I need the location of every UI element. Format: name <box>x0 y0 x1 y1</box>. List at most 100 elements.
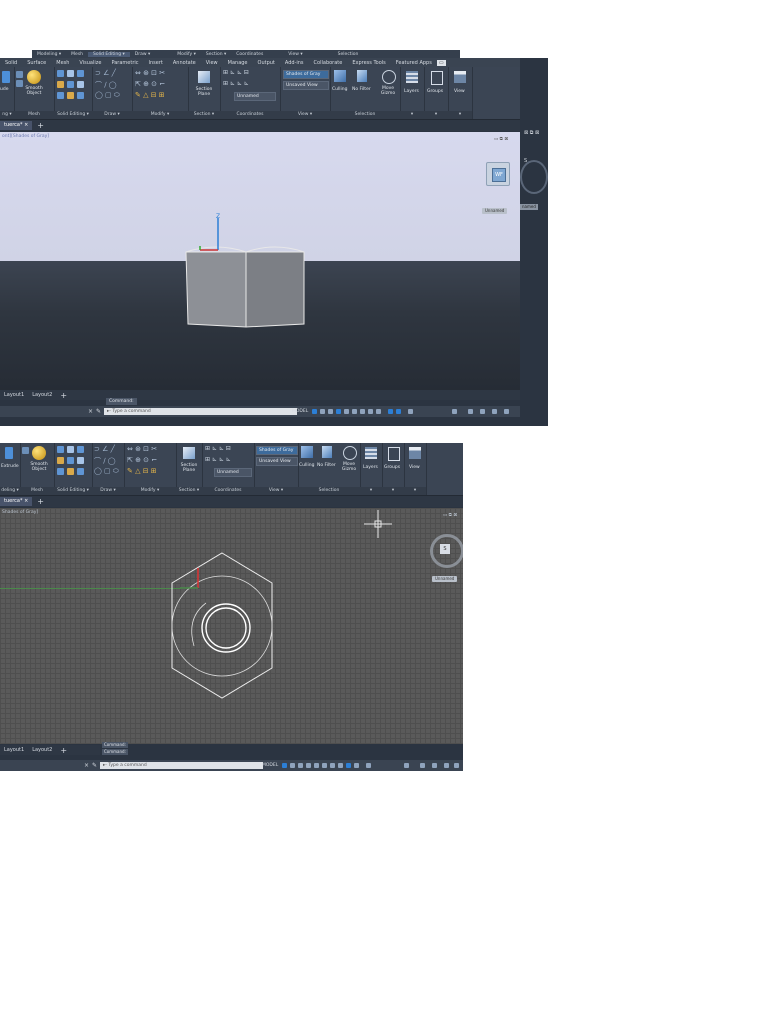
ucs-unnamed-dropdown[interactable]: Unnamed <box>432 576 458 582</box>
layout-tab[interactable]: Layout1 <box>0 392 28 398</box>
panel-title[interactable]: View ▾ <box>254 487 298 495</box>
ribbon-options-icon[interactable]: ▭ <box>436 59 446 66</box>
dynamic-ucs-icon[interactable] <box>396 409 401 414</box>
panel-title[interactable]: deling ▾ <box>0 487 20 495</box>
visual-style-combo[interactable]: Shades of Gray <box>256 446 298 455</box>
move-gizmo-icon[interactable] <box>382 70 396 84</box>
viewcube[interactable]: WF <box>486 162 510 186</box>
panel-title[interactable]: Mesh <box>14 111 54 119</box>
model-space-toggle[interactable]: MODEL <box>262 763 278 768</box>
no-filter-icon[interactable] <box>322 446 332 458</box>
smooth-object-label[interactable]: Smooth Object <box>22 86 46 96</box>
annotation-icon[interactable] <box>408 409 413 414</box>
customize-icon[interactable] <box>454 763 459 768</box>
viewport-window-controls[interactable]: ▭ ⧉ ⊠ <box>494 136 508 142</box>
panel-title[interactable]: Solid Editing ▾ <box>54 111 92 119</box>
strip-item[interactable]: Solid Editing ▾ <box>88 52 130 57</box>
culling-label[interactable]: Culling <box>332 87 347 92</box>
side-unnamed-label[interactable]: named <box>520 204 538 210</box>
solid-edit-icon[interactable] <box>67 457 74 464</box>
3dosnap-toggle-icon[interactable] <box>346 763 351 768</box>
panel-title[interactable]: ▾ <box>360 487 382 495</box>
modify-tools-icon[interactable]: ✎ △ ⊟ ⊞ <box>135 91 165 99</box>
extrude-icon[interactable] <box>5 447 13 459</box>
draw-tools-icon[interactable]: ⊃ ∠ ╱ <box>94 445 115 453</box>
lineweight-toggle-icon[interactable] <box>360 409 365 414</box>
viewcube-face[interactable]: S <box>440 544 450 554</box>
close-icon[interactable]: × <box>24 122 28 128</box>
grid-toggle-icon[interactable] <box>312 409 317 414</box>
layers-label[interactable]: Layers <box>363 465 378 470</box>
ortho-toggle-icon[interactable] <box>328 409 333 414</box>
groups-icon[interactable] <box>388 447 400 461</box>
lineweight-toggle-icon[interactable] <box>330 763 335 768</box>
dynamic-ucs-icon[interactable] <box>354 763 359 768</box>
strip-item[interactable]: Mesh <box>66 52 88 57</box>
strip-item[interactable]: Section ▾ <box>201 52 231 57</box>
no-filter-label[interactable]: No Filter <box>352 87 371 92</box>
panel-title[interactable]: ▾ <box>448 111 472 119</box>
ribbon-tab-manage[interactable]: Manage <box>223 60 253 66</box>
layers-icon[interactable] <box>406 71 418 83</box>
panel-title[interactable]: ▾ <box>400 111 424 119</box>
viewport-3d[interactable]: ont][Shades of Gray] ▭ ⧉ ⊠ WF Unnamed Z <box>0 132 520 390</box>
file-tab-tuerca[interactable]: tuerca* × <box>0 497 33 506</box>
customize-icon[interactable] <box>504 409 509 414</box>
ribbon-tab-express-tools[interactable]: Express Tools <box>347 60 390 66</box>
draw-tools-icon[interactable]: ◯ ▢ ⬭ <box>95 91 120 100</box>
panel-title[interactable]: ▾ <box>382 487 404 495</box>
workspace-gear-icon[interactable] <box>452 409 457 414</box>
panel-title[interactable]: Coordinates <box>220 111 280 119</box>
panel-title[interactable]: Solid Editing ▾ <box>54 487 92 495</box>
ucs-combo[interactable]: Unnamed <box>234 92 276 101</box>
draw-tools-icon[interactable]: ◯ ▢ ⬭ <box>94 467 119 476</box>
close-icon[interactable]: × <box>24 498 28 504</box>
view-combo[interactable]: Unsaved View <box>283 81 329 90</box>
ribbon-tab-mesh[interactable]: Mesh <box>51 60 74 66</box>
draw-tools-icon[interactable]: ⌒ ∕ ◯ <box>95 80 117 90</box>
panel-title[interactable]: ▾ <box>404 487 426 495</box>
draw-tools-icon[interactable]: ⊃ ∠ ╱ <box>95 69 116 77</box>
hardware-accel-icon[interactable] <box>480 409 485 414</box>
strip-item[interactable]: Draw ▾ <box>130 52 155 57</box>
file-tab-tuerca[interactable]: tuerca* × <box>0 121 33 130</box>
groups-label[interactable]: Groups <box>427 89 443 94</box>
snap-toggle-icon[interactable] <box>290 763 295 768</box>
annotation-icon[interactable] <box>366 763 371 768</box>
culling-icon[interactable] <box>301 446 313 458</box>
viewport-label[interactable]: ont][Shades of Gray] <box>2 134 49 139</box>
solid-edit-icon[interactable] <box>57 446 64 453</box>
view-label[interactable]: View <box>409 465 420 470</box>
panel-title[interactable]: Coordinates <box>202 487 254 495</box>
smooth-object-icon[interactable] <box>32 446 46 460</box>
groups-icon[interactable] <box>431 71 443 85</box>
culling-label[interactable]: Culling <box>299 463 314 468</box>
ribbon-tab-view[interactable]: View <box>201 60 223 66</box>
modify-tools-icon[interactable]: ⇱ ⊕ ⊙ ⌐ <box>127 456 157 464</box>
panel-title[interactable]: Modify ▾ <box>124 487 176 495</box>
mesh-tool-icon[interactable] <box>22 447 29 454</box>
add-layout-plus-icon[interactable]: + <box>56 746 71 755</box>
ucs-tools-icon[interactable]: ⊞ ⊾ ⊾ ⊟ <box>223 69 249 76</box>
ribbon-tab-annotate[interactable]: Annotate <box>168 60 201 66</box>
section-plane-icon[interactable] <box>198 71 210 83</box>
panel-title[interactable]: Draw ▾ <box>92 111 132 119</box>
ribbon-tab-solid[interactable]: Solid <box>0 60 22 66</box>
customize-command-icon[interactable]: ✎ <box>96 408 101 415</box>
3dosnap-toggle-icon[interactable] <box>388 409 393 414</box>
mesh-tool-icon[interactable] <box>16 80 23 87</box>
viewcube-face[interactable]: WF <box>492 168 506 182</box>
model-space-toggle[interactable]: MODEL <box>292 409 308 414</box>
no-filter-label[interactable]: No Filter <box>317 463 336 468</box>
modify-tools-icon[interactable]: ✎ △ ⊟ ⊞ <box>127 467 157 475</box>
panel-title[interactable]: Modify ▾ <box>132 111 188 119</box>
strip-item[interactable]: View ▾ <box>268 52 307 57</box>
ribbon-tab-insert[interactable]: Insert <box>144 60 168 66</box>
ribbon-tab-parametric[interactable]: Parametric <box>106 60 143 66</box>
groups-label[interactable]: Groups <box>384 465 400 470</box>
solid-edit-icon[interactable] <box>57 81 64 88</box>
view-label[interactable]: View <box>454 89 465 94</box>
snap-toggle-icon[interactable] <box>320 409 325 414</box>
ucs-tools-icon[interactable]: ⊞ ⊾ ⊾ ⊟ <box>205 445 231 452</box>
modify-tools-icon[interactable]: ⇔ ⊛ ⊡ ✂ <box>127 445 157 453</box>
